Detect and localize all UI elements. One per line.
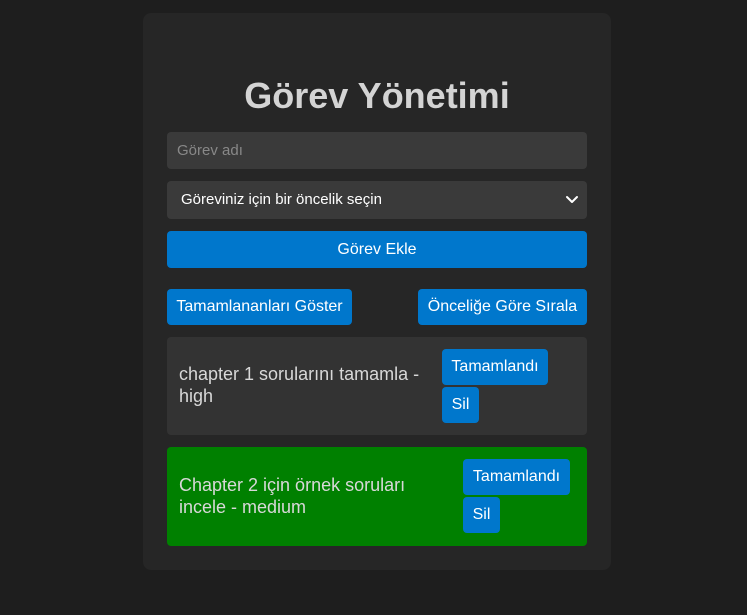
delete-task-button[interactable]: Sil <box>442 387 479 423</box>
chevron-down-icon <box>566 196 578 203</box>
add-task-button[interactable]: Görev Ekle <box>167 231 587 268</box>
delete-task-button[interactable]: Sil <box>463 497 500 533</box>
task-text: Chapter 2 için örnek soruları incele - m… <box>179 475 406 517</box>
task-item: chapter 1 sorularını tamamla - high Tama… <box>167 337 587 435</box>
priority-select[interactable]: Göreviniz için bir öncelik seçin <box>167 181 587 219</box>
show-completed-button[interactable]: Tamamlananları Göster <box>167 289 352 325</box>
task-text: chapter 1 sorularını tamamla - high <box>179 364 420 406</box>
task-manager-card: Görev Yönetimi Göreviniz için bir önceli… <box>143 13 611 570</box>
page-title: Görev Yönetimi <box>244 75 510 116</box>
mark-done-button[interactable]: Tamamlandı <box>463 459 570 495</box>
task-item: Chapter 2 için örnek soruları incele - m… <box>167 447 587 546</box>
sort-by-priority-button[interactable]: Önceliğe Göre Sırala <box>418 289 587 325</box>
mark-done-button[interactable]: Tamamlandı <box>442 349 548 385</box>
priority-select-value: Göreviniz için bir öncelik seçin <box>181 191 382 208</box>
task-name-input[interactable] <box>167 132 587 169</box>
